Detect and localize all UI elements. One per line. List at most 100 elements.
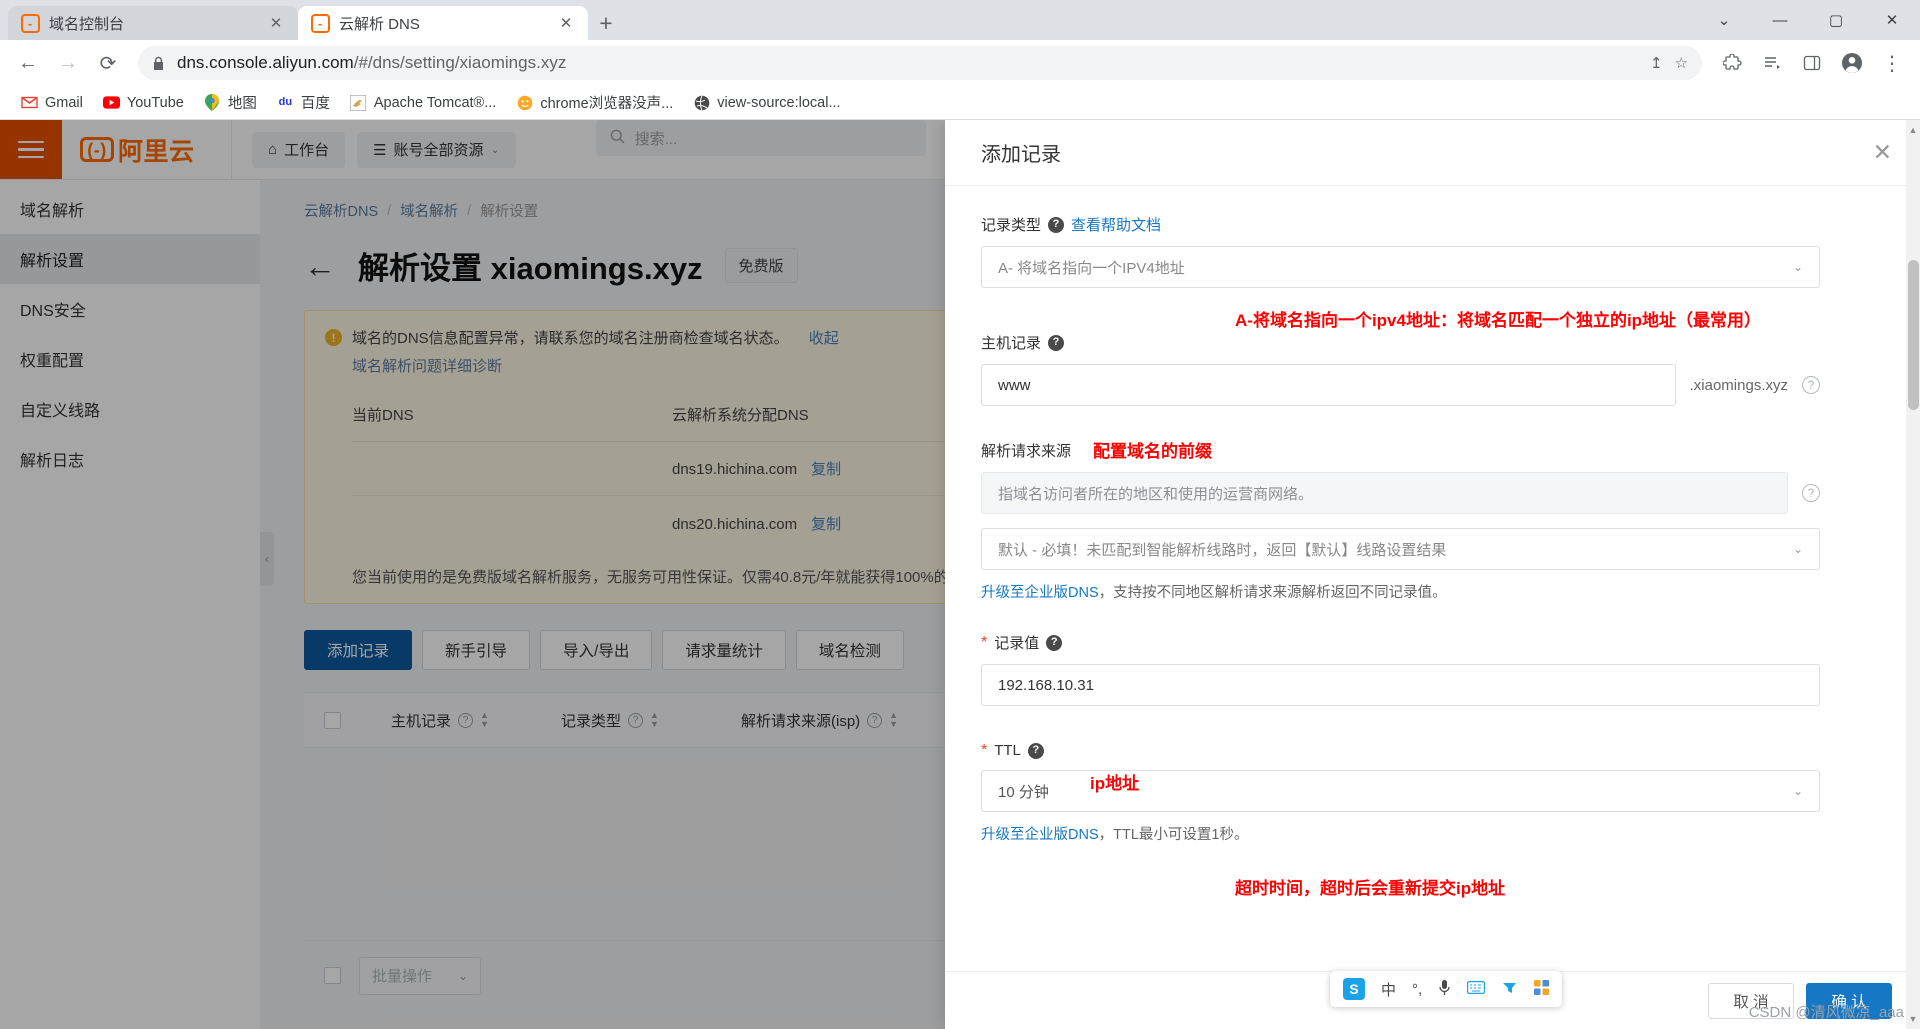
url-host: dns.console.aliyun.com	[177, 53, 354, 72]
globe-icon	[693, 94, 710, 111]
add-record-modal: 添加记录 ✕ 记录类型 ? 查看帮助文档 A- 将域名指向一个IPV4地址 ⌄	[945, 120, 1920, 1029]
label-text: TTL	[994, 742, 1021, 759]
record-type-select[interactable]: A- 将域名指向一个IPV4地址 ⌄	[981, 246, 1820, 288]
ime-keyboard-icon[interactable]	[1467, 980, 1486, 998]
tab-strip: - 域名控制台 ✕ - 云解析 DNS ✕ + ⌄ — ▢ ✕	[0, 0, 1920, 40]
reload-icon[interactable]: ⟳	[90, 45, 126, 81]
field-label: * TTL ?	[981, 742, 1820, 759]
host-record-input[interactable]: www	[981, 364, 1676, 406]
url-path: /#/dns/setting/xiaomings.xyz	[353, 53, 567, 72]
close-tab-icon[interactable]: ✕	[266, 14, 286, 32]
share-icon[interactable]: ↥	[1650, 54, 1663, 72]
help-icon[interactable]: ?	[1048, 334, 1065, 351]
required-marker: *	[981, 741, 988, 759]
upgrade-link[interactable]: 升级至企业版DNS	[981, 585, 1099, 601]
label-text: 记录值	[994, 635, 1040, 652]
domain-suffix: .xiaomings.xyz	[1689, 376, 1788, 394]
help-doc-link[interactable]: 查看帮助文档	[1071, 214, 1161, 235]
description-text: 指域名访问者所在的地区和使用的运营商网络。	[998, 485, 1314, 503]
help-icon[interactable]: ?	[1046, 634, 1063, 651]
bookmark-maps[interactable]: 地图	[195, 88, 266, 117]
upgrade-link[interactable]: 升级至企业版DNS	[981, 827, 1099, 843]
resolve-source-value: 默认 - 必填！未匹配到智能解析线路时，返回【默认】线路设置结果	[998, 541, 1447, 559]
bookmark-youtube[interactable]: YouTube	[94, 90, 193, 115]
url-text: dns.console.aliyun.com/#/dns/setting/xia…	[177, 53, 1638, 73]
browser-tab-1[interactable]: - 域名控制台 ✕	[8, 6, 298, 40]
bookmark-baidu[interactable]: du 百度	[268, 88, 339, 117]
field-label: 解析请求来源	[981, 440, 1820, 461]
aliyun-favicon-icon: -	[20, 13, 40, 33]
extensions-icon[interactable]	[1714, 45, 1750, 81]
bookmark-label: 地图	[227, 96, 257, 112]
reading-list-icon[interactable]	[1754, 45, 1790, 81]
field-resolve-source: 解析请求来源 指域名访问者所在的地区和使用的运营商网络。 ? 默认 - 必填！未…	[981, 440, 1820, 602]
maximize-button[interactable]: ▢	[1808, 0, 1864, 40]
field-ttl: * TTL ? 10 分钟 ⌄ 升级至企业版DNS，TTL最小可设置1秒。	[981, 742, 1820, 844]
host-record-row: www .xiaomings.xyz ?	[981, 364, 1820, 406]
record-type-value: A- 将域名指向一个IPV4地址	[998, 259, 1185, 277]
ime-tools-icon[interactable]	[1501, 980, 1518, 999]
close-window-button[interactable]: ✕	[1864, 0, 1920, 40]
page-scrollbar[interactable]: ▲ ▼	[1906, 120, 1920, 1029]
browser-window: - 域名控制台 ✕ - 云解析 DNS ✕ + ⌄ — ▢ ✕ ← → ⟳ dn…	[0, 0, 1920, 1029]
smiley-icon	[516, 94, 533, 111]
watermark: CSDN @清风微凉_aaa	[1748, 1004, 1904, 1021]
bookmark-view-source[interactable]: view-source:local...	[684, 90, 849, 115]
required-marker: *	[981, 633, 988, 651]
annotation-ttl: 超时时间，超时后会重新提交ip地址	[1235, 879, 1506, 898]
bookmark-star-icon[interactable]: ☆	[1675, 54, 1688, 72]
browser-tab-2[interactable]: - 云解析 DNS ✕	[298, 6, 588, 40]
aliyun-favicon-icon: -	[310, 13, 330, 33]
close-tab-icon[interactable]: ✕	[556, 14, 576, 32]
tab-title: 域名控制台	[49, 15, 125, 33]
resolve-source-select[interactable]: 默认 - 必填！未匹配到智能解析线路时，返回【默认】线路设置结果 ⌄	[981, 528, 1820, 570]
ttl-note: 升级至企业版DNS，TTL最小可设置1秒。	[981, 823, 1820, 844]
ime-chinese-mode-icon[interactable]: 中	[1381, 979, 1396, 1000]
scroll-down-icon[interactable]: ▼	[1906, 1011, 1920, 1027]
host-record-value: www	[998, 376, 1031, 394]
side-panel-icon[interactable]	[1794, 45, 1830, 81]
ime-punctuation-icon[interactable]: °,	[1412, 981, 1422, 998]
tomcat-icon	[350, 94, 367, 111]
bookmark-apache-tomcat[interactable]: Apache Tomcat®...	[341, 90, 505, 115]
help-icon[interactable]: ?	[1802, 484, 1820, 502]
map-pin-icon	[204, 94, 221, 111]
minimize-button[interactable]: —	[1752, 0, 1808, 40]
help-icon[interactable]: ?	[1027, 742, 1044, 759]
record-value-input[interactable]: 192.168.10.31	[981, 664, 1820, 706]
field-label: * 记录值 ?	[981, 632, 1820, 653]
bookmark-gmail[interactable]: Gmail	[12, 90, 92, 115]
close-icon[interactable]: ✕	[1873, 141, 1892, 164]
tab-title: 云解析 DNS	[339, 15, 420, 33]
field-record-type: 记录类型 ? 查看帮助文档 A- 将域名指向一个IPV4地址 ⌄	[981, 214, 1820, 288]
window-controls: ⌄ — ▢ ✕	[1696, 0, 1920, 40]
new-tab-button[interactable]: +	[588, 6, 624, 40]
help-icon[interactable]: ?	[1048, 216, 1065, 233]
bookmark-label: chrome浏览器没声...	[540, 96, 674, 112]
modal-title: 添加记录	[981, 144, 1061, 166]
browser-menu-icon[interactable]: ⋮	[1874, 45, 1910, 81]
modal-body: 记录类型 ? 查看帮助文档 A- 将域名指向一个IPV4地址 ⌄ A-将域名指向…	[945, 186, 1920, 971]
modal-header: 添加记录 ✕	[945, 120, 1920, 186]
baidu-icon: du	[278, 96, 293, 108]
forward-icon[interactable]: →	[50, 45, 86, 81]
field-label: 主机记录 ?	[981, 332, 1820, 353]
ime-apps-icon[interactable]	[1534, 979, 1550, 999]
sogou-ime-logo-icon[interactable]: S	[1343, 978, 1365, 1000]
scrollbar-thumb[interactable]	[1908, 260, 1919, 410]
chevron-down-icon: ⌄	[1792, 260, 1803, 274]
scroll-up-icon[interactable]: ▲	[1906, 122, 1920, 138]
back-icon[interactable]: ←	[10, 45, 46, 81]
ime-toolbar: S 中 °,	[1330, 971, 1563, 1007]
field-label: 记录类型 ? 查看帮助文档	[981, 214, 1820, 235]
resolve-source-note: 升级至企业版DNS，支持按不同地区解析请求来源解析返回不同记录值。	[981, 581, 1820, 602]
chevron-down-icon[interactable]: ⌄	[1696, 0, 1752, 40]
bookmark-chrome-no-sound[interactable]: chrome浏览器没声...	[507, 88, 682, 117]
ttl-select[interactable]: 10 分钟 ⌄	[981, 770, 1820, 812]
modal-backdrop	[0, 180, 945, 1029]
ime-microphone-icon[interactable]	[1438, 979, 1451, 1000]
profile-avatar-icon[interactable]	[1834, 45, 1870, 81]
resolve-source-desc-row: 指域名访问者所在的地区和使用的运营商网络。 ?	[981, 472, 1820, 514]
address-bar[interactable]: dns.console.aliyun.com/#/dns/setting/xia…	[138, 46, 1702, 80]
help-icon[interactable]: ?	[1802, 376, 1820, 394]
